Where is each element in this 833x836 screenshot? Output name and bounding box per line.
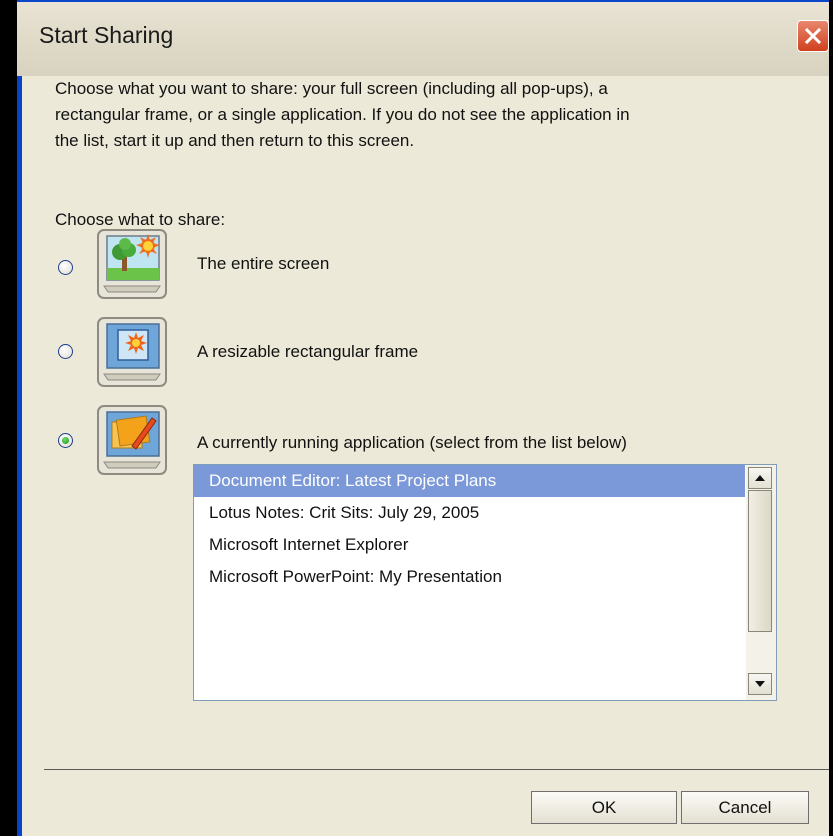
radio-running-application[interactable]: [58, 433, 73, 448]
title-bar[interactable]: Start Sharing: [17, 0, 829, 76]
instructions-line: Choose what you want to share: your full…: [55, 79, 608, 98]
arrow-up-icon: [755, 475, 765, 481]
footer-divider: [44, 769, 829, 770]
instructions-line: rectangular frame, or a single applicati…: [55, 105, 630, 124]
ok-button[interactable]: OK: [531, 791, 677, 824]
radio-entire-screen[interactable]: [58, 260, 73, 275]
cancel-button[interactable]: Cancel: [681, 791, 809, 824]
application-list: Document Editor: Latest Project Plans Lo…: [194, 465, 745, 593]
start-sharing-dialog: Start Sharing Choose what you want to sh…: [17, 0, 829, 836]
option-label-entire-screen[interactable]: The entire screen: [197, 254, 329, 274]
instructions-text: Choose what you want to share: your full…: [55, 76, 745, 154]
instructions-line: the list, start it up and then return to…: [55, 131, 415, 150]
vertical-scrollbar[interactable]: [746, 465, 776, 700]
close-icon: [804, 27, 822, 45]
list-item[interactable]: Microsoft PowerPoint: My Presentation: [194, 561, 745, 593]
arrow-down-icon: [755, 681, 765, 687]
radio-rectangular-frame[interactable]: [58, 344, 73, 359]
scroll-down-button[interactable]: [748, 673, 772, 695]
monitor-tree-sun-icon: [97, 229, 167, 299]
monitor-application-icon: [97, 405, 167, 475]
dialog-title: Start Sharing: [39, 22, 174, 48]
choose-what-to-share-label: Choose what to share:: [55, 210, 226, 229]
list-item[interactable]: Document Editor: Latest Project Plans: [194, 465, 745, 497]
monitor-frame-icon: [97, 317, 167, 387]
scroll-up-button[interactable]: [748, 467, 772, 489]
option-label-rectangular-frame[interactable]: A resizable rectangular frame: [197, 342, 418, 362]
application-listbox[interactable]: Document Editor: Latest Project Plans Lo…: [193, 464, 777, 701]
dialog-body: Choose what you want to share: your full…: [22, 76, 829, 836]
list-item[interactable]: Lotus Notes: Crit Sits: July 29, 2005: [194, 497, 745, 529]
list-item[interactable]: Microsoft Internet Explorer: [194, 529, 745, 561]
close-button[interactable]: [797, 20, 829, 52]
scrollbar-thumb[interactable]: [748, 490, 772, 632]
option-label-running-application[interactable]: A currently running application (select …: [197, 433, 627, 453]
